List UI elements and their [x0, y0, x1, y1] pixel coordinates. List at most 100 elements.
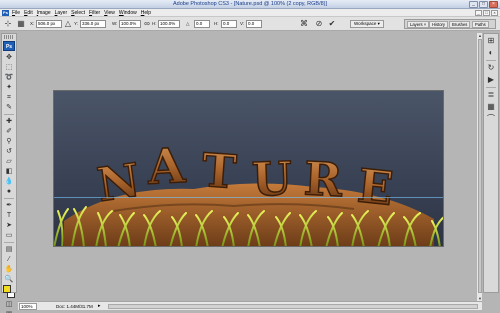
menu-help[interactable]: Help — [141, 10, 151, 16]
quick-mask-icon[interactable]: ◫ — [3, 300, 15, 309]
eyedropper-tool-icon[interactable]: ⁄ — [3, 255, 15, 264]
x-position-field[interactable]: 506.0 px — [36, 20, 62, 28]
lasso-tool-icon[interactable]: ➰ — [3, 73, 15, 82]
width-field[interactable]: 100.0% — [119, 20, 141, 28]
vertical-skew-field[interactable]: 0.0 — [246, 20, 262, 28]
vertical-scroll-thumb[interactable] — [478, 39, 482, 293]
rotate-angle-field[interactable]: 0.0 — [194, 20, 210, 28]
minimize-button[interactable]: _ — [469, 1, 478, 8]
magic-wand-tool-icon[interactable]: ✦ — [3, 83, 15, 92]
menu-file[interactable]: File — [12, 10, 20, 16]
panel-tab-history[interactable]: History — [429, 21, 449, 28]
vertical-scrollbar[interactable]: ▲ ▼ — [476, 33, 482, 301]
y-label: Y: — [74, 21, 79, 26]
menu-filter[interactable]: Filter — [89, 10, 100, 16]
dock-divider — [486, 60, 496, 61]
letter-n: N — [94, 153, 143, 212]
toolbox-divider — [4, 242, 14, 243]
paths-panel-icon[interactable]: ⌒ — [485, 114, 497, 124]
h-label: H: — [152, 21, 157, 26]
type-tool-icon[interactable]: T — [3, 211, 15, 220]
menu-image[interactable]: Image — [37, 10, 51, 16]
menu-view[interactable]: View — [104, 10, 115, 16]
menu-bar: Ps File Edit Image Layer Select Filter V… — [0, 9, 500, 17]
reference-point-icon[interactable]: ▦ — [16, 19, 26, 29]
horizontal-scrollbar[interactable] — [108, 304, 478, 309]
horizontal-skew-field[interactable]: 0.0 — [221, 20, 237, 28]
slice-tool-icon[interactable]: ✎ — [3, 103, 15, 112]
foreground-color-swatch[interactable] — [3, 285, 11, 293]
crop-tool-icon[interactable]: ⌗ — [3, 93, 15, 102]
doc-minimize-button[interactable]: _ — [475, 10, 482, 16]
menu-list: File Edit Image Layer Select Filter View… — [12, 10, 151, 16]
toolbox-divider — [4, 198, 14, 199]
link-icon[interactable]: ∞ — [142, 19, 152, 29]
path-selection-tool-icon[interactable]: ➤ — [3, 221, 15, 230]
x-label: X: — [30, 21, 35, 26]
panel-tab-layers[interactable]: Layers × — [407, 21, 430, 28]
panel-tab-brushes[interactable]: Brushes — [449, 21, 471, 28]
cancel-transform-icon[interactable]: ⊘ — [314, 19, 324, 29]
menu-edit[interactable]: Edit — [24, 10, 33, 16]
gradient-tool-icon[interactable]: ◧ — [3, 167, 15, 176]
menu-window[interactable]: Window — [119, 10, 137, 16]
window-controls: _ □ × — [469, 1, 498, 8]
notes-tool-icon[interactable]: ▤ — [3, 245, 15, 254]
move-tool-icon[interactable]: ✥ — [3, 53, 15, 62]
healing-brush-tool-icon[interactable]: ✚ — [3, 117, 15, 126]
history-panel-icon[interactable]: ↻ — [485, 63, 497, 73]
relative-position-icon[interactable]: △ — [63, 19, 73, 29]
status-bar: 100% Doc: 1.44M/31.7M ▸ — [18, 301, 482, 310]
doc-close-button[interactable]: × — [491, 10, 498, 16]
window-title: Adobe Photoshop CS3 - [Nature.psd @ 100%… — [172, 1, 328, 7]
workspace-menu[interactable]: Workspace ▾ — [350, 20, 384, 28]
height-field[interactable]: 100.0% — [158, 20, 180, 28]
rectangle-tool-icon[interactable]: ▭ — [3, 231, 15, 240]
toolbox-divider — [4, 114, 14, 115]
transform-tool-icon[interactable]: ⊹ — [3, 19, 13, 29]
document-canvas[interactable]: N A T U R E — [53, 90, 444, 247]
panel-dock: ⊞ ◐ ↻ ▶ ≣ ▦ ⌒ — [483, 33, 499, 293]
blur-tool-icon[interactable]: 💧 — [3, 177, 15, 186]
letter-t: T — [200, 143, 238, 199]
toolbox-grip[interactable] — [4, 35, 14, 39]
channels-panel-icon[interactable]: ▦ — [485, 102, 497, 112]
commit-transform-icon[interactable]: ✔ — [327, 19, 337, 29]
marquee-tool-icon[interactable]: ⬚ — [3, 63, 15, 72]
toolbox-logo[interactable]: Ps — [3, 41, 15, 51]
clone-stamp-tool-icon[interactable]: ⚲ — [3, 137, 15, 146]
color-swatches[interactable] — [3, 285, 15, 298]
navigator-icon[interactable]: ⊞ — [485, 36, 497, 46]
dodge-tool-icon[interactable]: ● — [3, 187, 15, 196]
doc-restore-button[interactable]: □ — [483, 10, 490, 16]
brush-tool-icon[interactable]: ✐ — [3, 127, 15, 136]
transform-bounding-line[interactable] — [54, 197, 443, 198]
menu-layer[interactable]: Layer — [55, 10, 68, 16]
maximize-button[interactable]: □ — [479, 1, 488, 8]
title-bar: Adobe Photoshop CS3 - [Nature.psd @ 100%… — [0, 0, 500, 9]
pen-tool-icon[interactable]: ✒ — [3, 201, 15, 210]
history-brush-tool-icon[interactable]: ↺ — [3, 147, 15, 156]
status-menu-arrow-icon[interactable]: ▸ — [98, 303, 101, 310]
w-label: W: — [112, 21, 118, 26]
letter-u: U — [251, 151, 293, 206]
zoom-tool-icon[interactable]: 🔍 — [3, 275, 15, 284]
eraser-tool-icon[interactable]: ▱ — [3, 157, 15, 166]
zoom-level-field[interactable]: 100% — [19, 303, 37, 310]
close-button[interactable]: × — [489, 1, 498, 8]
vskew-label: V: — [240, 21, 245, 26]
app-icon[interactable]: Ps — [2, 10, 9, 16]
hand-tool-icon[interactable]: ✋ — [3, 265, 15, 274]
layers-panel-icon[interactable]: ≣ — [485, 90, 497, 100]
y-position-field[interactable]: 336.0 px — [80, 20, 106, 28]
toolbox: Ps ✥ ⬚ ➰ ✦ ⌗ ✎ ✚ ✐ ⚲ ↺ ▱ ◧ 💧 ● ✒ T ➤ ▭ ▤… — [1, 33, 17, 313]
actions-panel-icon[interactable]: ▶ — [485, 75, 497, 85]
document-window-controls: _ □ × — [475, 10, 498, 16]
warp-mode-icon[interactable]: ⌘ — [299, 19, 309, 29]
menu-select[interactable]: Select — [71, 10, 85, 16]
scroll-up-arrow-icon[interactable]: ▲ — [477, 33, 483, 38]
document-size-info: Doc: 1.44M/31.7M — [56, 304, 93, 309]
artwork: N A T U R E — [54, 137, 443, 246]
panel-tab-paths[interactable]: Paths — [472, 21, 489, 28]
color-panel-icon[interactable]: ◐ — [485, 48, 497, 58]
